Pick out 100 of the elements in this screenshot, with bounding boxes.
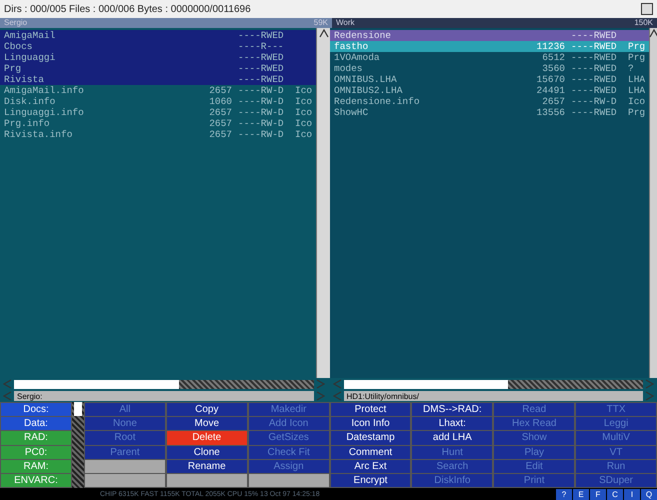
command-button[interactable]: Comment <box>330 446 410 459</box>
drive-button[interactable]: RAD: <box>1 431 71 444</box>
command-button[interactable]: Search <box>412 460 492 473</box>
file-list-row[interactable]: ShowHC 13556 ----RWED Prg <box>330 107 649 118</box>
file-name: Linguaggi.info <box>4 107 85 118</box>
command-button[interactable]: Read <box>494 403 574 416</box>
command-button[interactable]: add LHA <box>412 431 492 444</box>
status-button[interactable]: C <box>607 488 623 500</box>
file-protection: ----RW-D <box>237 107 285 118</box>
panel-title: Sergio <box>4 18 28 28</box>
command-button[interactable]: Rename <box>166 460 247 473</box>
command-button[interactable]: Show <box>494 431 574 444</box>
file-list-row[interactable]: OMNIBUS2.LHA 24491 ----RWED LHA <box>330 85 649 96</box>
command-button[interactable]: Move <box>166 417 247 430</box>
command-button[interactable]: Datestamp <box>330 431 410 444</box>
file-protection: ----RWED <box>237 74 285 85</box>
command-button[interactable]: Hex Read <box>494 417 574 430</box>
file-protection: ----RW-D <box>570 96 618 107</box>
file-list-row[interactable]: fastho 11236 ----RWED Prg <box>330 41 649 52</box>
command-button[interactable]: TTX <box>576 403 656 416</box>
command-button[interactable]: Clone <box>166 446 247 459</box>
command-button[interactable]: Makedir <box>248 403 329 416</box>
file-list-row[interactable]: AmigaMail.info 2657 ----RW-D Ico <box>0 85 316 96</box>
file-list-row[interactable]: Redensione ----RWED <box>330 30 649 41</box>
status-button[interactable]: Q <box>641 488 657 500</box>
file-list-row[interactable]: Linguaggi.info 2657 ----RW-D Ico <box>0 107 316 118</box>
depth-gadget-icon[interactable] <box>641 3 653 15</box>
status-button[interactable]: I <box>624 488 640 500</box>
vertical-scrollbar[interactable] <box>316 28 330 378</box>
command-button[interactable]: Root <box>85 431 165 444</box>
command-button[interactable]: SDuper <box>576 474 656 487</box>
command-button[interactable]: DMS-->RAD: <box>412 403 492 416</box>
file-list-row[interactable]: Redensione.info 2657 ----RW-D Ico <box>330 96 649 107</box>
command-button[interactable]: Check Fit <box>248 446 329 459</box>
command-button[interactable]: Edit <box>494 460 574 473</box>
file-name: OMNIBUS2.LHA <box>334 85 404 96</box>
status-button[interactable]: F <box>590 488 606 500</box>
command-button[interactable]: Lhaxt: <box>412 417 492 430</box>
command-button[interactable]: VT <box>576 446 656 459</box>
command-button[interactable]: Assign <box>248 460 329 473</box>
file-list-row[interactable]: Prg.info 2657 ----RW-D Ico <box>0 118 316 129</box>
file-type: Prg <box>628 52 646 63</box>
command-button[interactable]: Play <box>494 446 574 459</box>
command-button[interactable]: DiskInfo <box>412 474 492 487</box>
free-space: 150K <box>634 18 653 28</box>
file-protection: ----RWED <box>570 107 618 118</box>
command-button[interactable]: GetSizes <box>248 431 329 444</box>
status-button[interactable]: E <box>573 488 589 500</box>
file-size: 1060 <box>209 96 232 107</box>
command-button[interactable]: Print <box>494 474 574 487</box>
file-size: 2657 <box>209 129 232 140</box>
command-button[interactable]: Add Icon <box>248 417 329 430</box>
file-list-row[interactable]: Rivista ----RWED <box>0 74 316 85</box>
drive-button[interactable]: ENVARC: <box>1 474 71 487</box>
file-protection: ----RWED <box>570 74 618 85</box>
file-name: fastho <box>334 41 370 52</box>
drive-button[interactable]: Docs: <box>1 403 71 416</box>
command-button[interactable]: MultiV <box>576 431 656 444</box>
file-protection: ----RW-D <box>237 129 285 140</box>
file-list-row[interactable]: Cbocs ----R--- <box>0 41 316 52</box>
file-list-row[interactable]: Linguaggi ----RWED <box>0 52 316 63</box>
file-type: Prg <box>628 41 646 52</box>
horizontal-scrollbar[interactable] <box>344 380 643 388</box>
command-button[interactable]: Run <box>576 460 656 473</box>
file-list-row[interactable]: OMNIBUS.LHA 15670 ----RWED LHA <box>330 74 649 85</box>
file-list-row[interactable]: AmigaMail ----RWED <box>0 30 316 41</box>
path-field[interactable]: HD1:Utility/omnibus/ <box>344 391 643 401</box>
file-list-row[interactable]: 1VOAmoda 6512 ----RWED Prg <box>330 52 649 63</box>
file-size: 2657 <box>209 85 232 96</box>
command-button[interactable]: All <box>85 403 165 416</box>
command-button[interactable]: Parent <box>85 446 165 459</box>
horizontal-scrollbar[interactable] <box>14 380 314 388</box>
file-name: ShowHC <box>334 107 370 118</box>
panel-header[interactable]: Work 150K <box>332 18 657 28</box>
file-list-row[interactable]: Prg ----RWED <box>0 63 316 74</box>
vertical-scrollbar[interactable] <box>649 28 657 378</box>
command-button[interactable]: Encrypt <box>330 474 410 487</box>
file-name: Rivista.info <box>4 129 74 140</box>
vertical-scrollbar[interactable] <box>72 402 84 488</box>
command-button[interactable]: Hunt <box>412 446 492 459</box>
file-list-row[interactable]: Rivista.info 2657 ----RW-D Ico <box>0 129 316 140</box>
file-list-row[interactable]: modes 3560 ----RWED ? <box>330 63 649 74</box>
command-button[interactable]: None <box>85 417 165 430</box>
drive-button[interactable]: RAM: <box>1 460 71 473</box>
file-name: Prg.info <box>4 118 51 129</box>
file-list-row[interactable]: Disk.info 1060 ----RW-D Ico <box>0 96 316 107</box>
path-field[interactable]: Sergio: <box>14 391 314 401</box>
file-type: ? <box>628 63 634 74</box>
status-button[interactable]: ? <box>556 488 572 500</box>
command-button[interactable]: Leggi <box>576 417 656 430</box>
file-type: Ico <box>295 96 312 107</box>
panel-header[interactable]: Sergio 59K <box>0 18 332 28</box>
drive-button[interactable]: PC0: <box>1 446 71 459</box>
command-button[interactable]: Copy <box>166 403 247 416</box>
command-button[interactable]: Arc Ext <box>330 460 410 473</box>
drive-button[interactable]: Data: <box>1 417 71 430</box>
file-name: OMNIBUS.LHA <box>334 74 398 85</box>
command-button[interactable]: Delete <box>166 431 247 444</box>
command-button[interactable]: Protect <box>330 403 410 416</box>
command-button[interactable]: Icon Info <box>330 417 410 430</box>
